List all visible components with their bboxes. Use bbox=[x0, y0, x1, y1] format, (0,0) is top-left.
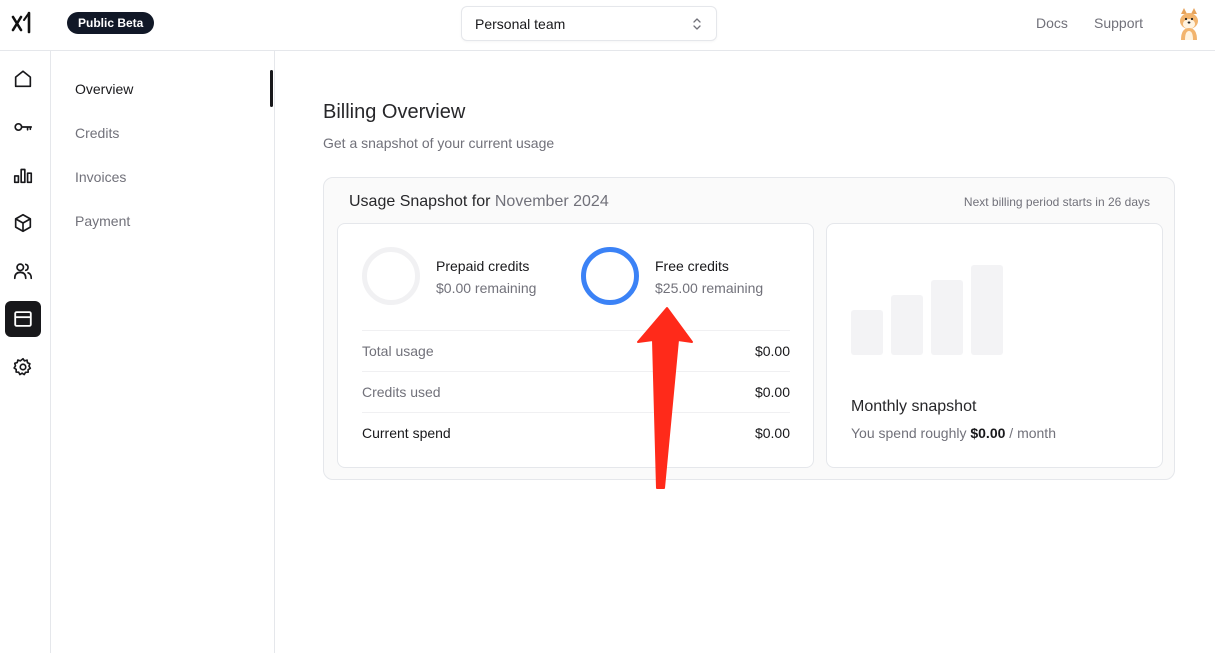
team-select-value: Personal team bbox=[475, 16, 566, 32]
snapshot-month: November 2024 bbox=[494, 193, 609, 210]
current-spend-label: Current spend bbox=[362, 425, 451, 441]
prepaid-credits-remaining: $0.00 remaining bbox=[436, 280, 537, 296]
chevron-up-down-icon bbox=[693, 18, 701, 30]
subnav-item-invoices[interactable]: Invoices bbox=[75, 169, 126, 185]
page-subtitle: Get a snapshot of your current usage bbox=[323, 135, 555, 151]
bar-chart-icon bbox=[13, 168, 33, 184]
placeholder-bar bbox=[891, 295, 923, 355]
key-icon bbox=[14, 122, 33, 132]
monthly-snapshot-desc: You spend roughly $0.00 / month bbox=[851, 425, 1056, 441]
current-spend-row: Current spend $0.00 bbox=[362, 412, 790, 453]
annotation-arrow-icon bbox=[637, 307, 693, 489]
team-select[interactable]: Personal team bbox=[461, 6, 717, 41]
total-usage-row: Total usage $0.00 bbox=[362, 330, 790, 371]
subnav-item-payment[interactable]: Payment bbox=[75, 213, 130, 229]
credits-used-label: Credits used bbox=[362, 384, 441, 400]
xai-logo-icon[interactable] bbox=[10, 10, 34, 36]
docs-link[interactable]: Docs bbox=[1036, 15, 1068, 31]
placeholder-bar bbox=[931, 280, 963, 355]
total-usage-value: $0.00 bbox=[754, 343, 790, 359]
snapshot-title: Usage Snapshot for November 2024 bbox=[349, 193, 609, 211]
snapshot-title-prefix: Usage Snapshot for bbox=[349, 193, 491, 210]
credits-used-value: $0.00 bbox=[754, 384, 790, 400]
home-icon bbox=[14, 70, 32, 88]
avatar[interactable] bbox=[1175, 6, 1203, 40]
monthly-prefix: You spend roughly bbox=[851, 425, 967, 441]
gear-icon bbox=[13, 357, 32, 376]
prepaid-credits-ring bbox=[362, 247, 420, 305]
monthly-snapshot-title: Monthly snapshot bbox=[851, 398, 977, 415]
prepaid-credits-label: Prepaid credits bbox=[436, 258, 530, 274]
public-beta-badge: Public Beta bbox=[67, 12, 155, 34]
monthly-amount: $0.00 bbox=[970, 425, 1006, 441]
placeholder-bar bbox=[851, 310, 883, 355]
rail-home-button[interactable] bbox=[5, 61, 41, 97]
cube-icon bbox=[14, 213, 32, 233]
active-indicator bbox=[270, 70, 273, 107]
usage-snapshot-panel: Usage Snapshot for November 2024 Next bi… bbox=[323, 177, 1175, 480]
placeholder-bar bbox=[971, 265, 1003, 355]
subnav-item-overview[interactable]: Overview bbox=[75, 81, 133, 97]
total-usage-label: Total usage bbox=[362, 343, 434, 359]
free-credits-label: Free credits bbox=[655, 258, 729, 274]
users-icon bbox=[13, 263, 33, 280]
rail-usage-button[interactable] bbox=[5, 157, 41, 193]
icon-rail bbox=[0, 51, 51, 653]
billing-icon bbox=[14, 311, 32, 327]
top-bar: Public Beta Personal team Docs Support bbox=[0, 0, 1215, 51]
rail-settings-button[interactable] bbox=[5, 349, 41, 385]
free-credits-ring bbox=[581, 247, 639, 305]
rail-billing-button[interactable] bbox=[5, 301, 41, 337]
next-billing-note: Next billing period starts in 26 days bbox=[963, 195, 1150, 209]
support-link[interactable]: Support bbox=[1094, 15, 1143, 31]
credits-card: Prepaid credits $0.00 remaining Free cre… bbox=[337, 223, 814, 468]
rail-team-button[interactable] bbox=[5, 253, 41, 289]
billing-subnav: Overview Credits Invoices Payment bbox=[51, 51, 275, 653]
monthly-suffix: / month bbox=[1009, 425, 1056, 441]
subnav-item-credits[interactable]: Credits bbox=[75, 125, 119, 141]
current-spend-value: $0.00 bbox=[754, 425, 790, 441]
page-title: Billing Overview bbox=[323, 101, 466, 123]
rail-api-keys-button[interactable] bbox=[5, 109, 41, 145]
free-credits-remaining: $25.00 remaining bbox=[655, 280, 764, 296]
rail-models-button[interactable] bbox=[5, 205, 41, 241]
credits-used-row: Credits used $0.00 bbox=[362, 371, 790, 412]
monthly-snapshot-card: Monthly snapshot You spend roughly $0.00… bbox=[826, 223, 1163, 468]
